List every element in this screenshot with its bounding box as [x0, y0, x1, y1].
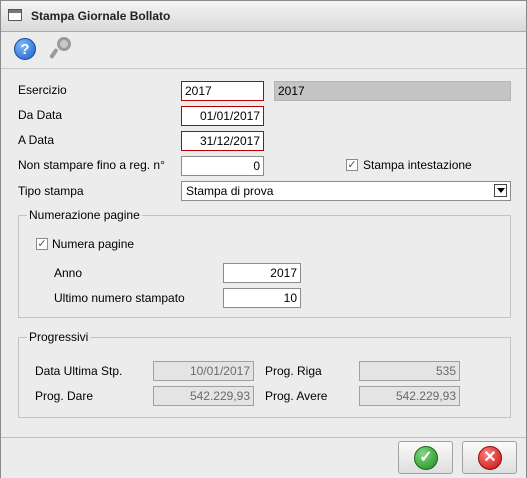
footer-bar: ✓ ✕ — [1, 437, 526, 478]
help-icon[interactable]: ? — [14, 38, 36, 60]
form-panel: Esercizio 2017 2017 Da Data 01/01/2017 A… — [1, 69, 526, 437]
close-icon: ✕ — [478, 446, 502, 470]
stampa-intestazione-label: Stampa intestazione — [363, 158, 472, 172]
ultimo-numero-input[interactable]: 10 — [223, 288, 301, 308]
prog-dare-field: 542.229,93 — [153, 386, 254, 406]
data-ultima-label: Data Ultima Stp. — [35, 364, 123, 378]
prog-avere-label: Prog. Avere — [265, 389, 328, 403]
da-data-label: Da Data — [18, 108, 63, 122]
progressivi-group: Progressivi Data Ultima Stp. 10/01/2017 … — [18, 330, 511, 418]
toolbar: ? — [1, 32, 526, 69]
non-stampare-input[interactable]: 0 — [181, 156, 264, 176]
stampa-intestazione-checkbox[interactable]: ✓ — [346, 159, 358, 171]
chevron-down-icon[interactable] — [494, 184, 507, 197]
numera-pagine-checkbox[interactable]: ✓ — [36, 238, 48, 250]
dialog-window: Stampa Giornale Bollato ? Esercizio 2017… — [0, 0, 527, 478]
da-data-input[interactable]: 01/01/2017 — [181, 106, 264, 126]
esercizio-label: Esercizio — [18, 83, 67, 97]
prog-dare-label: Prog. Dare — [35, 389, 94, 403]
prog-riga-field: 535 — [359, 361, 460, 381]
anno-label: Anno — [54, 266, 83, 280]
tipo-stampa-label: Tipo stampa — [18, 184, 84, 198]
a-data-label: A Data — [18, 133, 55, 147]
prog-avere-field: 542.229,93 — [359, 386, 460, 406]
data-ultima-field: 10/01/2017 — [153, 361, 254, 381]
progressivi-title: Progressivi — [27, 330, 91, 344]
esercizio-description: 2017 — [274, 81, 511, 101]
checkmark-icon: ✓ — [414, 446, 438, 470]
numera-pagine-label: Numera pagine — [52, 237, 135, 251]
tipo-stampa-select[interactable]: Stampa di prova — [181, 181, 511, 201]
esercizio-input[interactable]: 2017 — [181, 81, 264, 101]
window-title: Stampa Giornale Bollato — [31, 9, 171, 23]
numerazione-title: Numerazione pagine — [27, 208, 142, 222]
a-data-input[interactable]: 31/12/2017 — [181, 131, 264, 151]
search-icon[interactable] — [49, 37, 73, 63]
ok-button[interactable]: ✓ — [398, 441, 453, 474]
window-icon — [8, 9, 22, 21]
cancel-button[interactable]: ✕ — [462, 441, 517, 474]
title-bar[interactable]: Stampa Giornale Bollato — [1, 1, 526, 32]
ultimo-numero-label: Ultimo numero stampato — [54, 291, 185, 305]
prog-riga-label: Prog. Riga — [265, 364, 322, 378]
tipo-stampa-value: Stampa di prova — [186, 184, 274, 198]
anno-input[interactable]: 2017 — [223, 263, 301, 283]
numerazione-group: Numerazione pagine ✓ Numera pagine Anno … — [18, 208, 511, 318]
non-stampare-label: Non stampare fino a reg. n° — [18, 158, 165, 172]
